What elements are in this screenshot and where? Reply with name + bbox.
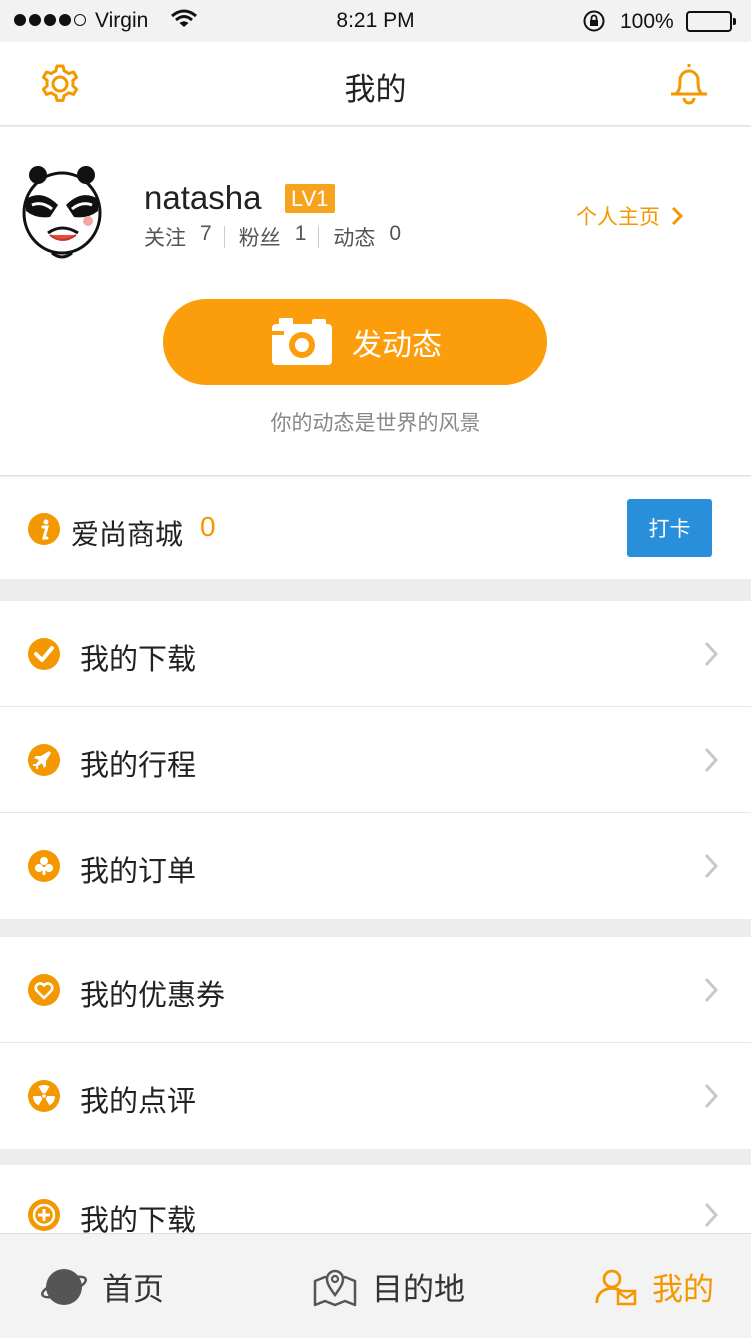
- chevron-right-icon: [671, 206, 684, 226]
- post-button-label: 发动态: [352, 329, 442, 362]
- level-badge: LV1: [285, 184, 335, 213]
- tab-label: 目的地: [372, 1272, 465, 1307]
- stat-fans[interactable]: 粉丝 1: [239, 222, 307, 252]
- menu-group-1: 我的下载 我的行程 我的订单: [0, 601, 751, 919]
- tab-mine[interactable]: 我的: [594, 1234, 714, 1338]
- page-title: 我的: [344, 72, 407, 107]
- mall-count: 0: [200, 511, 216, 542]
- menu-item-label: 我的点评: [80, 1086, 197, 1118]
- menu-item-downloads[interactable]: 我的下载: [0, 601, 751, 707]
- user-mail-icon: [595, 1269, 637, 1305]
- stat-value: 0: [389, 222, 402, 245]
- divider: [223, 226, 225, 248]
- chevron-right-icon: [704, 853, 719, 884]
- menu-group-2: 我的优惠券 我的点评: [0, 937, 751, 1149]
- plane-icon: [28, 744, 60, 781]
- tab-label: 我的: [652, 1272, 714, 1307]
- status-bar: Virgin 8:21 PM 100%: [0, 0, 751, 42]
- bell-icon[interactable]: [666, 60, 712, 111]
- battery-percent: 100%: [620, 10, 674, 33]
- radiation-icon: [28, 1080, 60, 1117]
- map-pin-icon: [313, 1269, 357, 1306]
- chevron-right-icon: [704, 641, 719, 672]
- user-stats: 关注 7 粉丝 1 动态 0: [144, 222, 401, 252]
- profile-card: natasha LV1 关注 7 粉丝 1 动态 0 个人主页 发动态 你的动态…: [0, 127, 751, 476]
- stat-posts[interactable]: 动态 0: [333, 222, 401, 252]
- home-link-label: 个人主页: [576, 206, 660, 229]
- plus-icon: [28, 1199, 60, 1236]
- post-update-button[interactable]: 发动态: [163, 299, 547, 385]
- chevron-right-icon: [704, 1083, 719, 1114]
- menu-item-label: 我的订单: [80, 856, 197, 888]
- tab-home[interactable]: 首页: [40, 1234, 164, 1338]
- menu-item-orders[interactable]: 我的订单: [0, 813, 751, 919]
- mall-label: 爱尚商城: [71, 519, 184, 550]
- chevron-right-icon: [704, 1202, 719, 1233]
- tab-destination[interactable]: 目的地: [312, 1234, 465, 1338]
- menu-item-reviews[interactable]: 我的点评: [0, 1043, 751, 1149]
- heart-icon: [28, 974, 60, 1011]
- post-hint: 你的动态是世界的风景: [270, 412, 481, 435]
- menu-item-label: 我的优惠券: [80, 980, 226, 1012]
- menu-item-label: 我的下载: [80, 644, 197, 676]
- stat-label: 粉丝: [238, 227, 281, 250]
- stat-label: 关注: [144, 227, 186, 250]
- chevron-right-icon: [704, 977, 719, 1008]
- chevron-right-icon: [704, 747, 719, 778]
- stat-value: 1: [294, 222, 307, 245]
- stat-following[interactable]: 关注 7: [144, 222, 212, 252]
- personal-homepage-link[interactable]: 个人主页: [576, 201, 684, 231]
- username: natasha: [144, 179, 262, 216]
- camera-icon: [272, 318, 332, 365]
- stat-label: 动态: [333, 227, 376, 250]
- rotation-lock-icon: [582, 9, 606, 39]
- battery-icon: [686, 11, 736, 32]
- avatar[interactable]: [20, 161, 104, 261]
- mall-row[interactable]: 爱尚商城 0 打卡: [0, 477, 751, 579]
- tab-label: 首页: [102, 1272, 164, 1307]
- planet-icon: [41, 1268, 87, 1305]
- divider: [318, 226, 320, 248]
- menu-item-label: 我的行程: [80, 750, 197, 782]
- nav-bar: 我的: [0, 42, 751, 126]
- info-icon: [28, 513, 60, 550]
- club-icon: [28, 850, 60, 887]
- menu-item-coupons[interactable]: 我的优惠券: [0, 937, 751, 1043]
- stat-value: 7: [200, 222, 212, 245]
- check-icon: [28, 638, 60, 675]
- menu-item-itinerary[interactable]: 我的行程: [0, 707, 751, 813]
- tab-bar: 首页 目的地 我的: [0, 1233, 751, 1338]
- checkin-button[interactable]: 打卡: [627, 499, 712, 557]
